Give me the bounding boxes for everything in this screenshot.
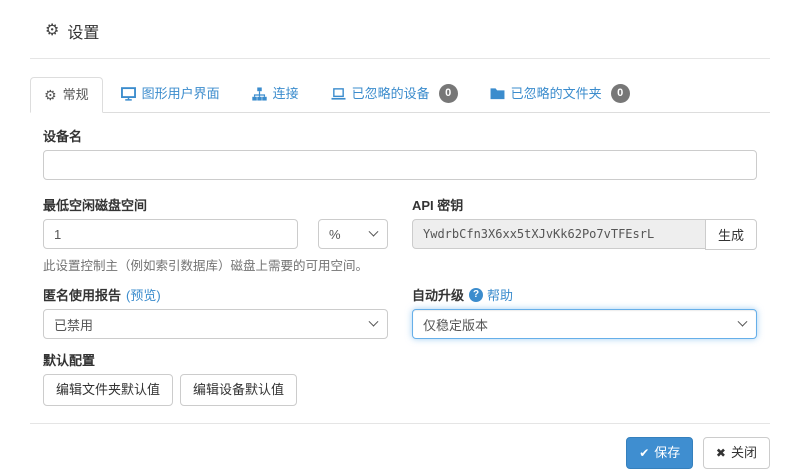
tab-ignored-folders[interactable]: 已忽略的文件夹 0: [476, 75, 644, 112]
api-key-input: [412, 219, 706, 249]
page-title: 设置: [67, 19, 99, 43]
question-circle-icon: ?: [469, 288, 483, 302]
tab-connections[interactable]: 连接: [238, 76, 313, 112]
edit-device-defaults-button[interactable]: 编辑设备默认值: [180, 374, 297, 406]
selected-unit: %: [329, 227, 341, 242]
usage-reporting-preview-link[interactable]: (预览): [126, 285, 161, 304]
monitor-icon: [121, 87, 136, 101]
help-link-label: 帮助: [487, 285, 513, 304]
chevron-down-icon: [369, 316, 379, 326]
save-button[interactable]: ✔ 保存: [626, 437, 693, 469]
sitemap-icon: [252, 87, 267, 101]
gear-icon: ⚙: [44, 88, 57, 102]
ignored-devices-count-badge: 0: [439, 84, 458, 103]
device-name-group: 设备名: [43, 126, 757, 180]
defaults-label: 默认配置: [43, 350, 757, 369]
usage-reporting-group: 匿名使用报告 (预览) 已禁用: [43, 285, 388, 339]
api-key-group: API 密钥 生成: [412, 195, 757, 274]
min-disk-free-unit-select[interactable]: %: [318, 219, 388, 249]
min-disk-free-help: 此设置控制主（例如索引数据库）磁盘上需要的可用空间。: [43, 255, 388, 274]
tab-label: 连接: [273, 85, 299, 103]
auto-upgrade-group: 自动升级 ? 帮助 仅稳定版本: [412, 285, 757, 339]
edit-folder-defaults-button[interactable]: 编辑文件夹默认值: [43, 374, 173, 406]
min-disk-free-input[interactable]: [43, 219, 298, 249]
tab-label: 图形用户界面: [142, 85, 220, 103]
auto-upgrade-select[interactable]: 仅稳定版本: [412, 309, 757, 339]
tab-label: 已忽略的设备: [352, 85, 430, 103]
usage-reporting-select[interactable]: 已禁用: [43, 309, 388, 339]
check-icon: ✔: [639, 446, 649, 460]
tab-general[interactable]: ⚙ 常规: [30, 77, 103, 113]
chevron-down-icon: [369, 226, 379, 236]
close-icon: ✖: [716, 446, 726, 460]
device-name-label: 设备名: [43, 126, 757, 145]
gear-icon: ⚙: [45, 23, 59, 39]
device-name-input[interactable]: [43, 150, 757, 180]
selected-usage-reporting: 已禁用: [54, 315, 93, 334]
chevron-down-icon: [738, 316, 748, 326]
tab-label: 常规: [63, 86, 89, 104]
dialog-footer: ✔ 保存 ✖ 关闭: [30, 423, 770, 469]
save-button-label: 保存: [654, 445, 680, 460]
auto-upgrade-label: 自动升级: [412, 285, 464, 304]
laptop-icon: [331, 87, 346, 101]
tab-ignored-devices[interactable]: 已忽略的设备 0: [317, 75, 472, 112]
ignored-folders-count-badge: 0: [611, 84, 630, 103]
settings-tab-bar: ⚙ 常规 图形用户界面 连接 已忽略的设备 0 已忽略的文件夹 0: [30, 75, 770, 113]
tab-label: 已忽略的文件夹: [511, 85, 602, 103]
selected-auto-upgrade: 仅稳定版本: [423, 315, 488, 334]
min-disk-free-label: 最低空闲磁盘空间: [43, 195, 388, 214]
tab-gui[interactable]: 图形用户界面: [107, 76, 234, 112]
generate-api-key-button[interactable]: 生成: [705, 219, 757, 250]
min-disk-free-group: 最低空闲磁盘空间 % 此设置控制主（例如索引数据库）磁盘上需要的可用空间。: [43, 195, 388, 274]
defaults-group: 默认配置 编辑文件夹默认值 编辑设备默认值: [43, 350, 757, 406]
auto-upgrade-help-link[interactable]: ? 帮助: [469, 285, 513, 304]
settings-dialog: ⚙ 设置 ⚙ 常规 图形用户界面 连接 已忽略的设备 0: [30, 0, 770, 469]
close-button-label: 关闭: [731, 445, 757, 460]
dialog-header: ⚙ 设置: [30, 0, 770, 59]
folder-icon: [490, 87, 505, 100]
usage-reporting-label: 匿名使用报告: [43, 285, 121, 304]
close-button[interactable]: ✖ 关闭: [703, 437, 770, 469]
api-key-label: API 密钥: [412, 195, 757, 214]
